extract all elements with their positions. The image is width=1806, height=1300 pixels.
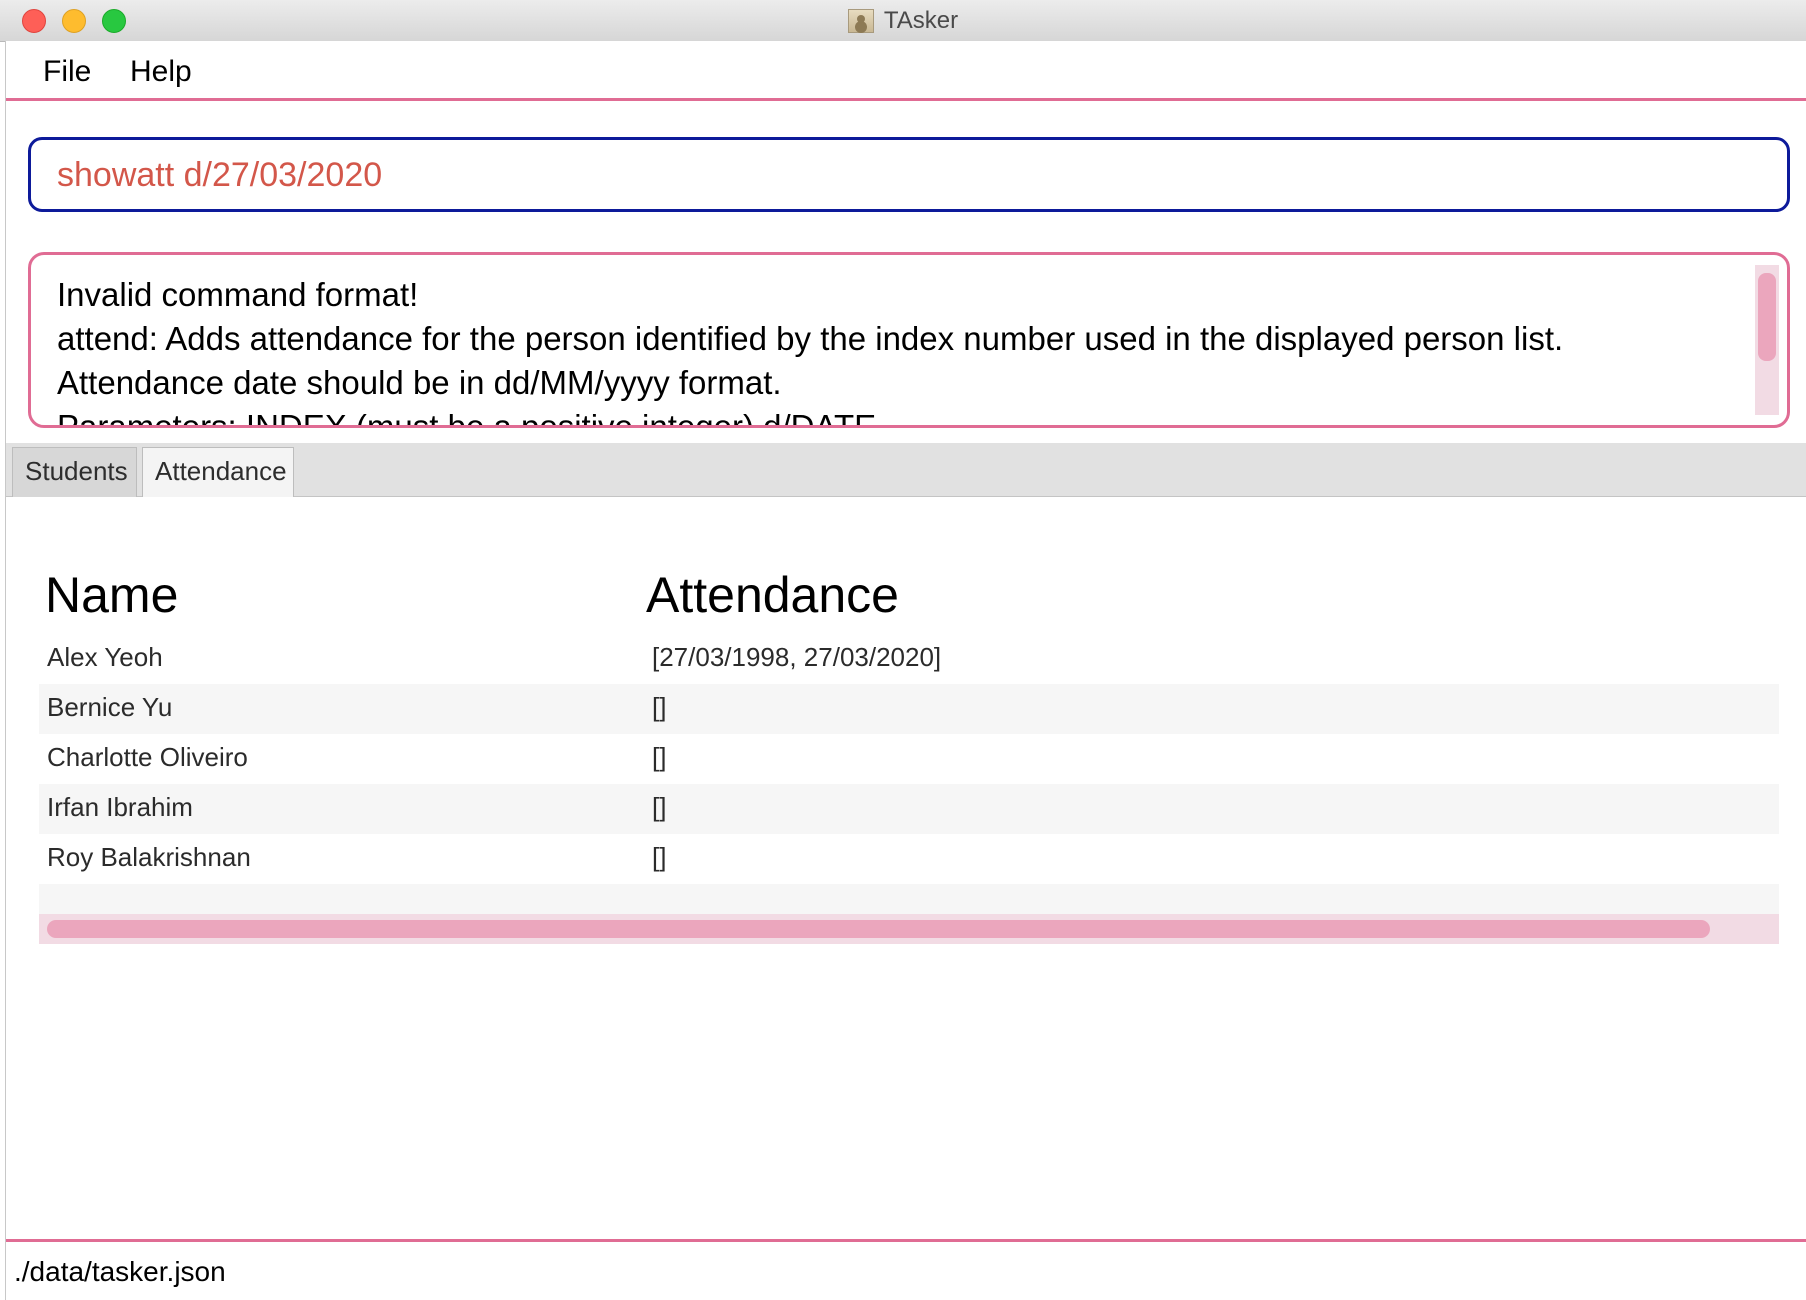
command-input[interactable]: showatt d/27/03/2020: [57, 156, 382, 195]
table-row[interactable]: Bernice Yu []: [39, 684, 1779, 734]
tab-bar: Students Attendance: [6, 443, 1806, 497]
cell-attendance: []: [652, 842, 667, 872]
tab-students[interactable]: Students: [12, 447, 137, 497]
cell-attendance: [27/03/1998, 27/03/2020]: [652, 642, 942, 672]
cell-attendance: []: [652, 792, 667, 822]
cell-name: Bernice Yu: [47, 692, 173, 722]
cell-name: Alex Yeoh: [47, 642, 163, 672]
status-bar: ./data/tasker.json: [6, 1239, 1806, 1300]
tab-attendance[interactable]: Attendance: [142, 447, 294, 497]
window-title-group: TAsker: [0, 0, 1806, 41]
result-scrollbar-thumb[interactable]: [1758, 273, 1776, 361]
table-horizontal-scrollbar[interactable]: [39, 914, 1779, 944]
result-text-area: Invalid command format! attend: Adds att…: [57, 273, 1737, 428]
menu-file[interactable]: File: [43, 55, 91, 89]
table-row[interactable]: Irfan Ibrahim []: [39, 784, 1779, 834]
save-location-path: ./data/tasker.json: [14, 1256, 226, 1287]
menu-bar: File Help: [6, 41, 1806, 101]
table-row[interactable]: Roy Balakrishnan []: [39, 834, 1779, 884]
table-row[interactable]: Charlotte Oliveiro []: [39, 734, 1779, 784]
result-line: Invalid command format!: [57, 276, 419, 313]
result-line: Parameters: INDEX (must be a positive in…: [57, 408, 877, 428]
table-row[interactable]: Alex Yeoh [27/03/1998, 27/03/2020]: [39, 634, 1779, 684]
menu-help[interactable]: Help: [130, 55, 192, 89]
table-body: Alex Yeoh [27/03/1998, 27/03/2020] Berni…: [39, 634, 1779, 944]
table-row-empty: [39, 884, 1779, 914]
command-input-box[interactable]: showatt d/27/03/2020: [28, 137, 1790, 212]
cell-attendance: []: [652, 742, 667, 772]
cell-name: Irfan Ibrahim: [47, 792, 193, 822]
result-line: attend: Adds attendance for the person i…: [57, 320, 1564, 357]
column-header-name: Name: [45, 567, 179, 623]
app-icon: [847, 8, 874, 33]
result-display: Invalid command format! attend: Adds att…: [28, 252, 1790, 428]
result-vertical-scrollbar[interactable]: [1755, 265, 1779, 415]
table-scrollbar-thumb[interactable]: [47, 920, 1710, 938]
cell-name: Roy Balakrishnan: [47, 842, 251, 872]
cell-name: Charlotte Oliveiro: [47, 742, 248, 772]
window-title: TAsker: [883, 6, 959, 34]
cell-attendance: []: [652, 692, 667, 722]
column-header-attendance: Attendance: [646, 567, 899, 623]
result-line: Attendance date should be in dd/MM/yyyy …: [57, 364, 782, 401]
main-window: File Help showatt d/27/03/2020 Invalid c…: [5, 41, 1806, 1300]
title-bar: TAsker: [0, 0, 1806, 42]
